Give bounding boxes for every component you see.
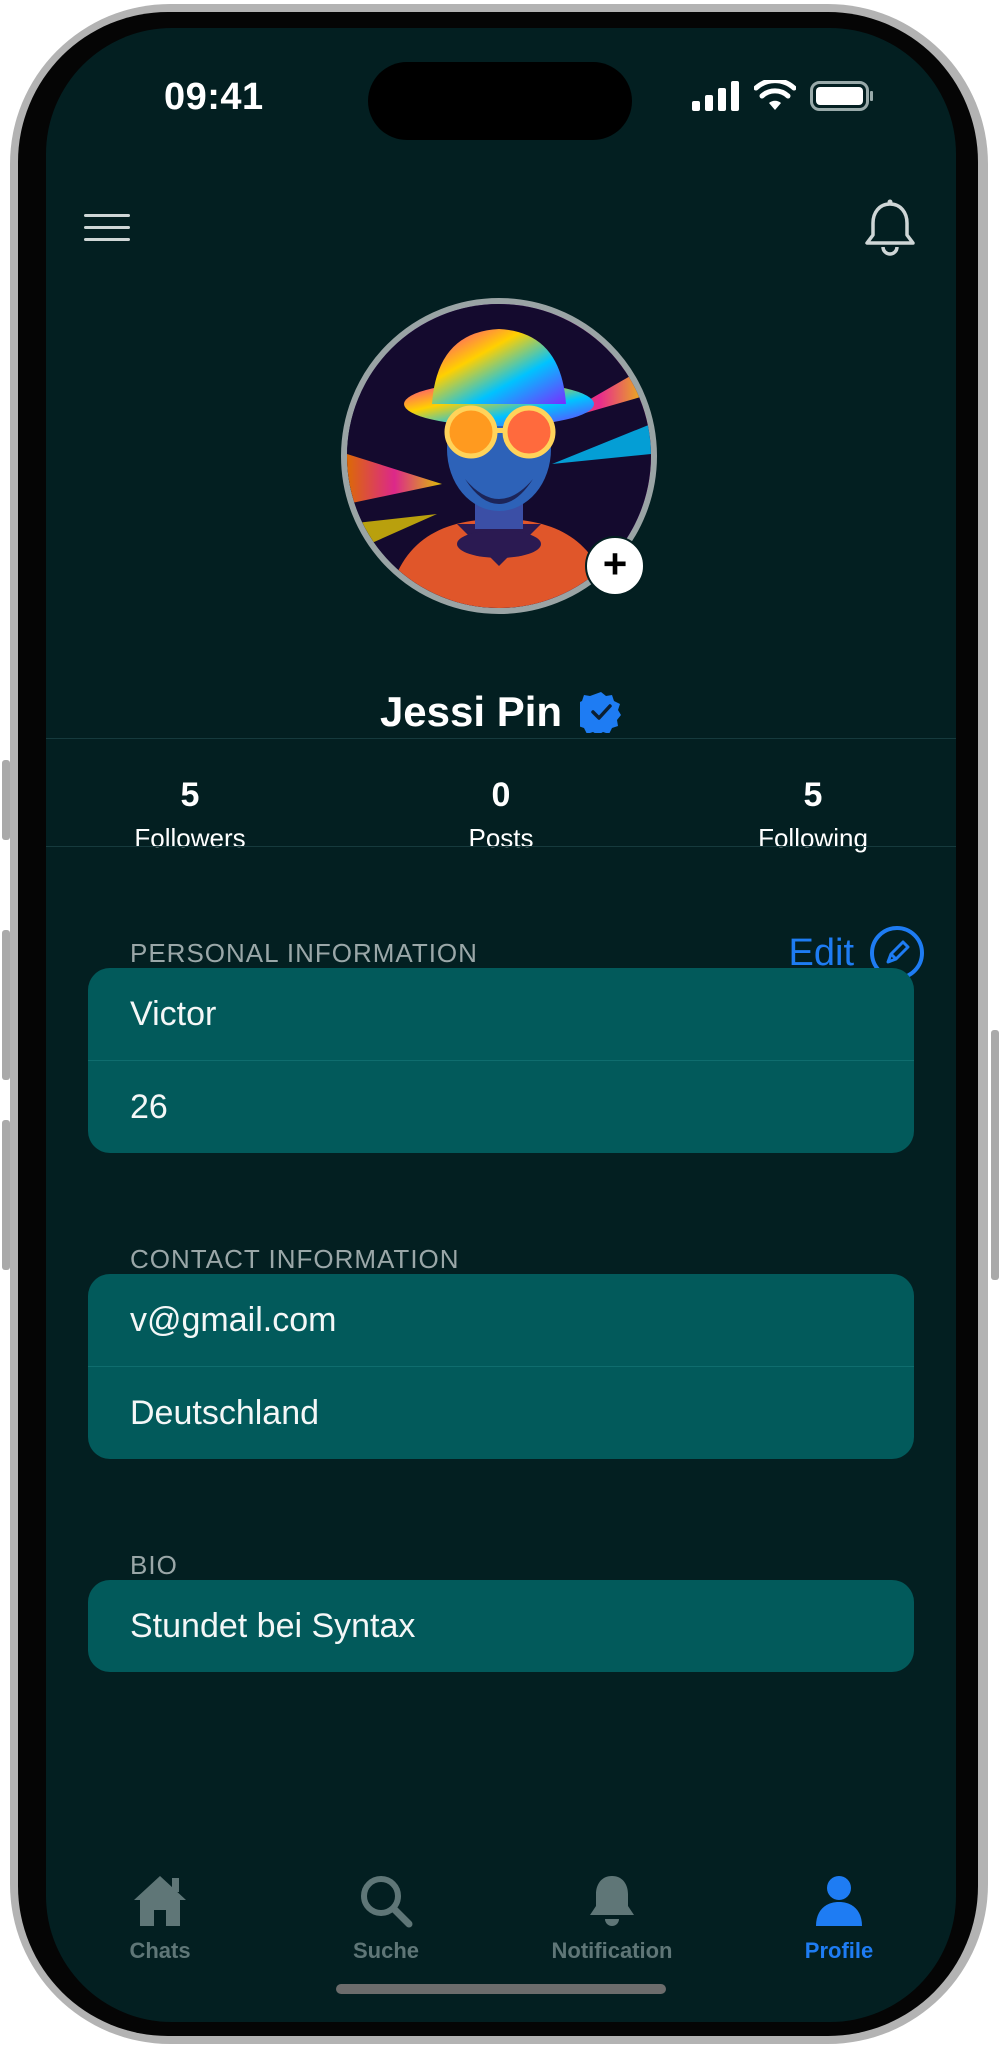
bio-field[interactable]: Stundet bei Syntax [88, 1580, 914, 1672]
tab-profile[interactable]: Profile [739, 1868, 939, 1964]
phone-screen: 09:41 + Jessi Pin 5 Followers 0 Posts 5 … [46, 28, 956, 2022]
tab-label: Profile [804, 1938, 874, 1963]
device-side-button [2, 930, 10, 1080]
stat-value: 5 [803, 776, 823, 814]
tab-label: Suche [352, 1938, 420, 1963]
tab-label: Notification [551, 1938, 673, 1963]
bio-card: Stundet bei Syntax [88, 1580, 914, 1672]
stat-value: 5 [180, 776, 200, 814]
device-side-button [2, 1120, 10, 1270]
first-name-field[interactable]: Victor [88, 968, 914, 1060]
tab-suche[interactable]: Suche [286, 1868, 486, 1964]
battery-icon [810, 81, 873, 111]
country-field[interactable]: Deutschland [88, 1366, 914, 1459]
stat-value: 0 [491, 776, 511, 814]
home-icon [134, 1876, 186, 1926]
person-icon [816, 1876, 862, 1926]
device-side-button [2, 760, 10, 840]
dynamic-island [368, 62, 632, 140]
profile-name: Jessi Pin [379, 688, 563, 735]
personal-info-title: PERSONAL INFORMATION [130, 938, 478, 968]
hamburger-menu-icon[interactable] [84, 208, 132, 248]
search-icon [361, 1876, 413, 1928]
bell-icon [590, 1876, 634, 1926]
profile-stats: 5 Followers 0 Posts 5 Following [46, 776, 956, 876]
wifi-icon [754, 80, 796, 110]
tab-notification[interactable]: Notification [512, 1868, 712, 1964]
stat-label: Posts [468, 823, 534, 853]
tab-bar: Chats Suche Notification Profile [46, 1868, 956, 1968]
bell-icon[interactable] [862, 198, 918, 258]
verified-badge-icon [580, 692, 622, 733]
contact-info-card: v@gmail.com Deutschland [88, 1274, 914, 1459]
contact-info-title: CONTACT INFORMATION [130, 1244, 460, 1274]
status-icons [692, 80, 874, 112]
stat-posts[interactable]: 0 Posts [371, 776, 631, 854]
tab-chats[interactable]: Chats [60, 1868, 260, 1964]
stat-following[interactable]: 5 Following [683, 776, 943, 854]
personal-info-card: Victor 26 [88, 968, 914, 1153]
age-field[interactable]: 26 [88, 1060, 914, 1153]
status-time: 09:41 [164, 76, 264, 118]
divider [46, 846, 956, 847]
profile-name-row: Jessi Pin [46, 688, 956, 736]
tab-label: Chats [129, 1938, 191, 1963]
stat-label: Followers [134, 823, 246, 853]
divider [46, 738, 956, 739]
home-indicator[interactable] [336, 1984, 666, 1994]
email-field[interactable]: v@gmail.com [88, 1274, 914, 1366]
profile-avatar-container: + [341, 298, 657, 614]
stat-label: Following [758, 823, 868, 853]
device-side-button [991, 1030, 999, 1280]
bio-title: BIO [130, 1550, 178, 1580]
cellular-signal-icon [692, 81, 739, 111]
add-photo-button[interactable]: + [585, 536, 645, 596]
stat-followers[interactable]: 5 Followers [60, 776, 320, 854]
